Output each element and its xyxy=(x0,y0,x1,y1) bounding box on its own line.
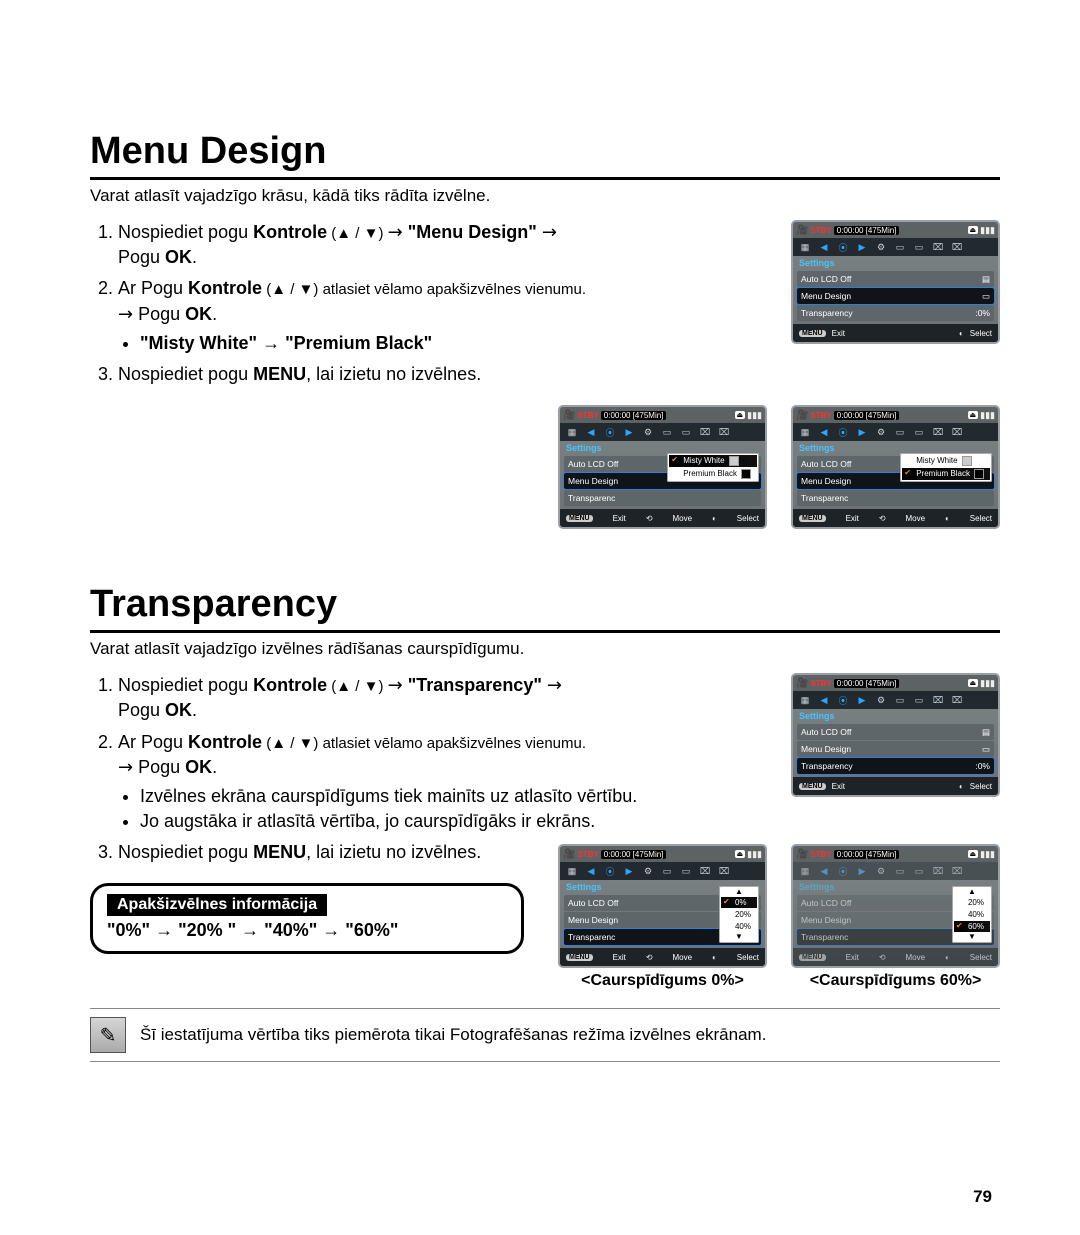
value-icon: ▤ xyxy=(982,274,990,285)
value-icon: ▭ xyxy=(982,291,990,302)
t-step-2: Ar Pogu Kontrole (▲ / ▼) atlasiet vēlamo… xyxy=(118,730,773,835)
steps-menu-design: Nospiediet pogu Kontrole (▲ / ▼) → "Menu… xyxy=(90,220,773,387)
battery-icon: ▮▮▮ xyxy=(980,225,995,236)
t-step-1: Nospiediet pogu Kontrole (▲ / ▼) → "Tran… xyxy=(118,673,773,723)
note-icon: ✎ xyxy=(90,1017,126,1053)
steps-transparency: Nospiediet pogu Kontrole (▲ / ▼) → "Tran… xyxy=(90,673,773,865)
step-2: Ar Pogu Kontrole (▲ / ▼) atlasiet vēlamo… xyxy=(118,276,773,356)
submenu-info-box: Apakšizvēlnes informācija "0%" → "20% " … xyxy=(90,883,524,954)
camera-icon: 🎥 xyxy=(796,225,808,236)
sd-icon: ⏏ xyxy=(968,226,979,234)
caption-0: <Caurspīdīgums 0%> xyxy=(581,972,744,990)
design-values: "Misty White" → "Premium Black" xyxy=(140,331,773,356)
intro-text-2: Varat atlasīt vajadzīgo izvēlnes rādīšan… xyxy=(90,639,1000,659)
step-1: Nospiediet pogu Kontrole (▲ / ▼) → "Menu… xyxy=(118,220,773,270)
screenshot-popup-premium-black: 🎥STBY0:00:00 [475Min]⏏▮▮▮ ▦◀⦿▶⚙▭▭⌧⌧ Sett… xyxy=(791,405,1000,529)
page-number: 79 xyxy=(973,1187,992,1207)
screenshot-settings-transparency: 🎥STBY0:00:00 [475Min]⏏▮▮▮ ▦◀⦿▶⚙▭▭⌧⌧ Sett… xyxy=(791,673,1000,797)
heading-transparency: Transparency xyxy=(90,583,1000,633)
screenshot-settings-menu-design: 🎥STBY0:00:00 [475Min]⏏▮▮▮ ▦◀⦿▶⚙▭▭⌧⌧ Sett… xyxy=(791,220,1000,344)
screenshot-transparency-60: 🎥STBY0:00:00 [475Min]⏏▮▮▮ ▦◀⦿▶⚙▭▭⌧⌧ Sett… xyxy=(791,844,1000,968)
select-icon: ◐ xyxy=(959,329,964,338)
caption-60: <Caurspīdīgums 60%> xyxy=(810,972,982,990)
intro-text-1: Varat atlasīt vajadzīgo krāsu, kādā tiks… xyxy=(90,186,1000,206)
note-row: ✎ Šī iestatījuma vērtība tiks piemērota … xyxy=(90,1008,1000,1062)
screenshot-popup-misty-white: 🎥STBY0:00:00 [475Min]⏏▮▮▮ ▦◀⦿▶⚙▭▭⌧⌧ Sett… xyxy=(558,405,767,529)
screenshot-transparency-0: 🎥STBY0:00:00 [475Min]⏏▮▮▮ ▦◀⦿▶⚙▭▭⌧⌧ Sett… xyxy=(558,844,767,968)
note-text: Šī iestatījuma vērtība tiks piemērota ti… xyxy=(140,1025,766,1045)
step-3: Nospiediet pogu MENU, lai izietu no izvē… xyxy=(118,362,773,387)
heading-menu-design: Menu Design xyxy=(90,130,1000,180)
